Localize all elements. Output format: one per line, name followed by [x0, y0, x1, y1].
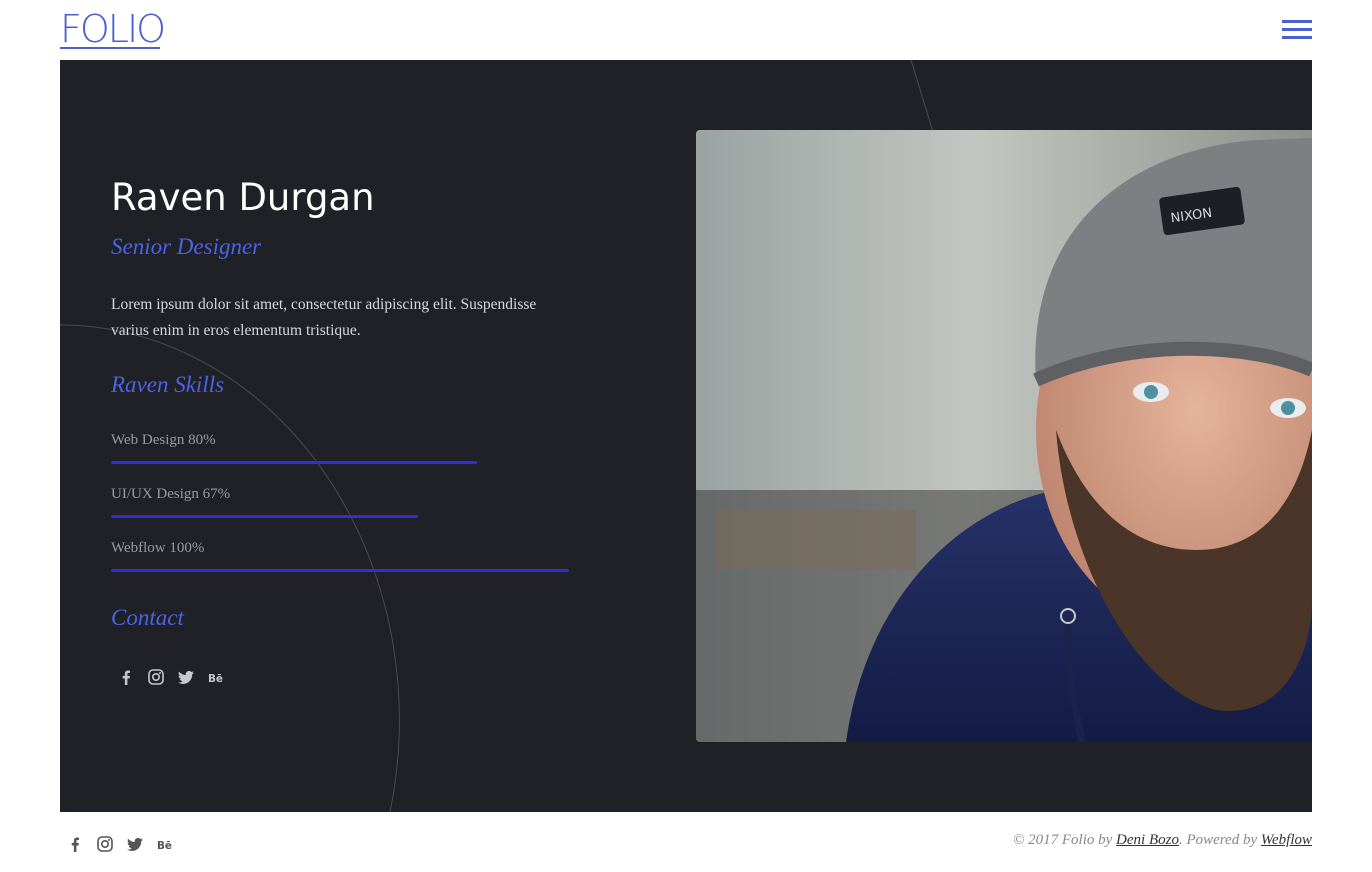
skill-bar — [111, 569, 569, 572]
twitter-icon[interactable] — [127, 836, 143, 852]
contact-social-links: Bē — [118, 669, 224, 685]
copyright-prefix: © 2017 Folio by — [1012, 832, 1117, 848]
instagram-icon[interactable] — [148, 669, 164, 685]
behance-icon[interactable]: Bē — [157, 836, 173, 852]
profile-bio: Lorem ipsum dolor sit amet, consectetur … — [111, 296, 537, 339]
top-navbar: FOLIO — [0, 0, 1372, 60]
contact-title: Contact — [111, 605, 184, 630]
profile-name: Raven Durgan — [111, 176, 375, 219]
svg-text:Bē: Bē — [208, 672, 223, 683]
skill-item: UI/UX Design 67% — [111, 486, 571, 518]
skills-title: Raven Skills — [111, 372, 225, 397]
facebook-icon[interactable] — [67, 836, 83, 852]
skill-bar — [111, 515, 418, 518]
logo-text: FOLIO — [60, 7, 166, 51]
powered-by-text: . Powered by — [1178, 832, 1261, 848]
profile-role: Senior Designer — [111, 234, 262, 259]
logo-underline — [60, 47, 160, 49]
webflow-link[interactable]: Webflow — [1261, 832, 1312, 848]
folio-logo[interactable]: FOLIO — [60, 7, 166, 51]
skill-item: Web Design 80% — [111, 432, 571, 464]
skill-label: Webflow 100% — [111, 540, 205, 556]
skill-bar — [111, 461, 477, 464]
skill-label: Web Design 80% — [111, 432, 216, 448]
twitter-icon[interactable] — [178, 669, 194, 685]
author-link[interactable]: Deni Bozo — [1116, 832, 1179, 848]
hero-section: Raven Durgan Senior Designer Lorem ipsum… — [60, 60, 1312, 812]
behance-icon[interactable]: Bē — [208, 669, 224, 685]
instagram-icon[interactable] — [97, 836, 113, 852]
facebook-icon[interactable] — [118, 669, 134, 685]
svg-text:Bē: Bē — [157, 839, 172, 850]
profile-photo: NIXON — [696, 130, 1312, 742]
profile-photo-illustration: NIXON — [696, 130, 1312, 742]
footer-social-links: Bē — [67, 836, 173, 852]
skill-label: UI/UX Design 67% — [111, 486, 231, 502]
hamburger-menu-icon[interactable] — [1282, 20, 1312, 40]
footer-copyright: © 2017 Folio by Deni Bozo. Powered by We… — [1013, 832, 1312, 849]
skill-item: Webflow 100% — [111, 540, 571, 572]
